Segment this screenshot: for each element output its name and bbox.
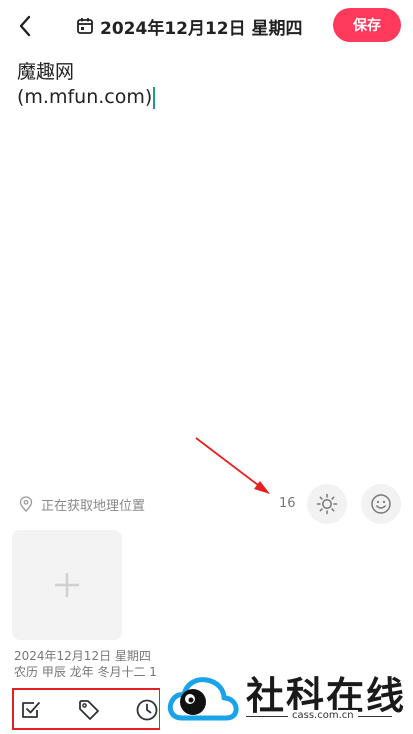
word-count: 16 <box>279 496 296 511</box>
watermark-logo-icon <box>167 677 239 721</box>
editor-line-with-caret: (m.mfun.com) <box>17 85 397 110</box>
watermark: 社科在线 cass.com.cn <box>160 662 413 734</box>
smiley-icon <box>371 494 391 514</box>
plus-icon <box>55 573 79 597</box>
location-pin-icon <box>19 496 33 512</box>
time-button[interactable] <box>135 698 159 722</box>
sun-icon <box>316 493 338 515</box>
bottom-toolbar <box>12 688 161 730</box>
calendar-icon <box>77 18 93 34</box>
weather-button[interactable] <box>307 484 347 524</box>
date-selector[interactable]: 2024年12月12日 星期四 <box>76 14 303 39</box>
text-caret <box>153 86 156 109</box>
checkbox-icon <box>22 702 40 718</box>
location-row[interactable]: 正在获取地理位置 <box>19 494 145 514</box>
mood-button[interactable] <box>361 484 401 524</box>
todo-button[interactable] <box>19 698 43 722</box>
top-bar: 2024年12月12日 星期四 保存 <box>0 0 413 52</box>
tag-button[interactable] <box>77 698 101 722</box>
editor-line: (m.mfun.com) <box>17 86 153 108</box>
location-status: 正在获取地理位置 <box>41 498 146 514</box>
tag-icon <box>79 700 99 720</box>
editor-line: 魔趣网 <box>17 61 75 83</box>
add-photo-tile[interactable] <box>12 530 122 640</box>
diary-editor[interactable]: 魔趣网 (m.mfun.com) <box>17 60 397 110</box>
save-button[interactable]: 保存 <box>333 8 401 42</box>
clock-icon <box>136 699 158 721</box>
chevron-left-icon <box>19 15 31 37</box>
watermark-url: cass.com.cn <box>288 710 358 721</box>
attachment-lunar-date: 农历 甲辰 龙年 冬月十二 1 <box>14 665 157 679</box>
date-title: 2024年12月12日 星期四 <box>100 18 303 39</box>
back-button[interactable] <box>14 12 38 40</box>
attachment-date: 2024年12月12日 星期四 <box>14 649 151 663</box>
